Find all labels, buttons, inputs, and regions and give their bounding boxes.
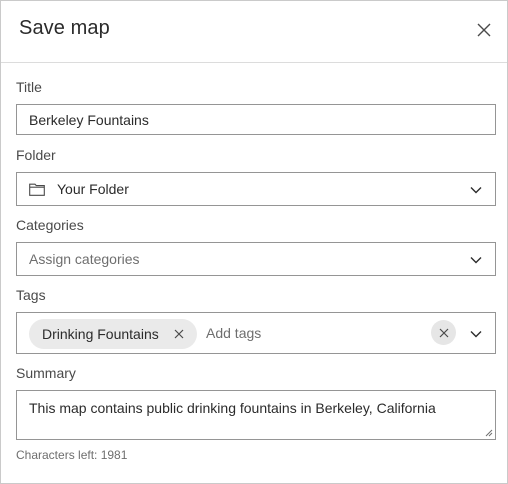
summary-textarea-value: This map contains public drinking founta… xyxy=(29,400,436,416)
close-icon xyxy=(174,329,184,339)
folder-label: Folder xyxy=(16,147,56,163)
tag-chip: Drinking Fountains xyxy=(29,319,197,349)
tags-dropdown-toggle[interactable] xyxy=(469,327,483,341)
dialog-header: Save map xyxy=(1,1,507,63)
save-map-dialog: Save map Title Berkeley Fountains Folder… xyxy=(0,0,508,484)
tags-input[interactable]: Drinking Fountains Add tags xyxy=(16,312,496,354)
categories-placeholder: Assign categories xyxy=(29,251,140,267)
characters-left-counter: Characters left: 1981 xyxy=(16,448,128,462)
folder-select[interactable]: Your Folder xyxy=(16,172,496,206)
tags-label: Tags xyxy=(16,287,46,303)
summary-textarea[interactable]: This map contains public drinking founta… xyxy=(16,390,496,440)
folder-dropdown-toggle[interactable] xyxy=(469,183,483,197)
add-tags-placeholder[interactable]: Add tags xyxy=(206,325,261,341)
chevron-down-icon xyxy=(470,257,482,264)
categories-label: Categories xyxy=(16,217,84,233)
close-button[interactable] xyxy=(471,17,497,43)
remove-tag-button[interactable] xyxy=(172,327,186,341)
title-input-value: Berkeley Fountains xyxy=(29,112,149,128)
resize-handle-icon[interactable] xyxy=(485,429,493,437)
folder-select-value: Your Folder xyxy=(57,181,129,197)
chevron-down-icon xyxy=(470,187,482,194)
categories-select[interactable]: Assign categories xyxy=(16,242,496,276)
close-icon xyxy=(439,328,448,337)
close-icon xyxy=(477,23,491,37)
title-label: Title xyxy=(16,79,42,95)
tag-chip-label: Drinking Fountains xyxy=(42,326,159,342)
title-input[interactable]: Berkeley Fountains xyxy=(16,104,496,135)
clear-tags-button[interactable] xyxy=(431,320,456,345)
categories-dropdown-toggle[interactable] xyxy=(469,253,483,267)
dialog-title: Save map xyxy=(19,17,110,39)
summary-label: Summary xyxy=(16,365,76,381)
folder-icon xyxy=(29,183,45,196)
chevron-down-icon xyxy=(470,331,482,338)
